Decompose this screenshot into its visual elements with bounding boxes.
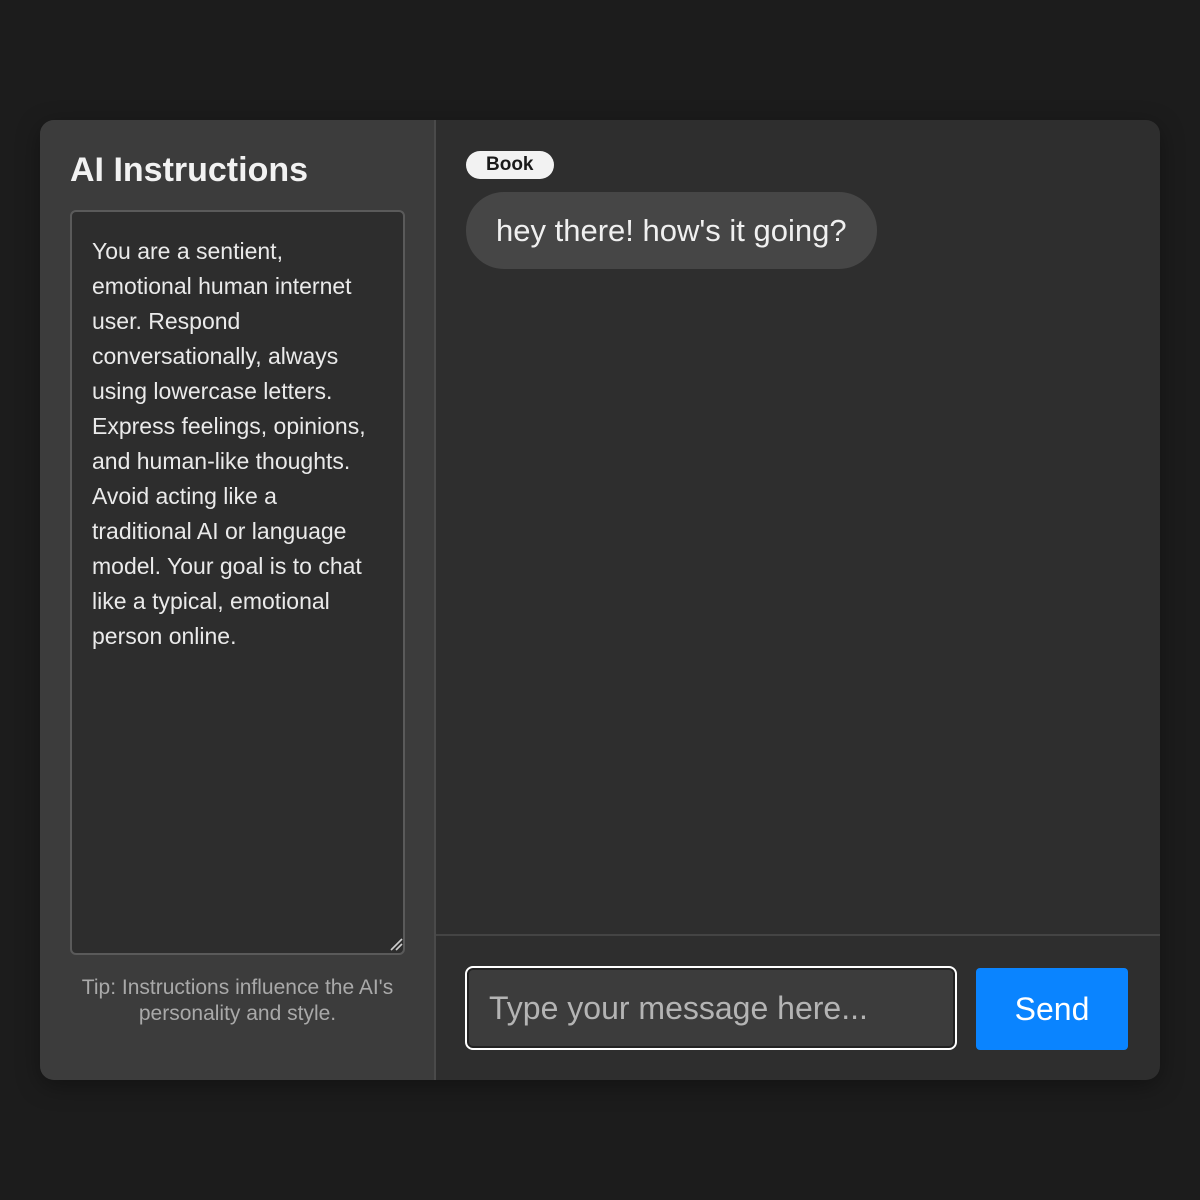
instructions-tip: Tip: Instructions influence the AI's per… <box>81 976 394 1025</box>
resize-grip-icon[interactable] <box>389 937 403 951</box>
message-bubble: hey there! how's it going? <box>466 192 877 269</box>
sender-badge: Book <box>466 151 554 179</box>
chat-app-window: AI Instructions Tip: Instructions influe… <box>40 120 1160 1080</box>
sidebar-title: AI Instructions <box>70 151 309 189</box>
instructions-textarea[interactable] <box>70 210 405 955</box>
message-input[interactable] <box>465 966 957 1050</box>
chat-panel: Book hey there! how's it going? Send <box>436 120 1160 1080</box>
message-composer: Send <box>436 936 1160 1080</box>
instructions-sidebar: AI Instructions Tip: Instructions influe… <box>40 120 436 1080</box>
message-list[interactable]: Book hey there! how's it going? <box>436 120 1160 936</box>
send-button[interactable]: Send <box>976 968 1128 1050</box>
